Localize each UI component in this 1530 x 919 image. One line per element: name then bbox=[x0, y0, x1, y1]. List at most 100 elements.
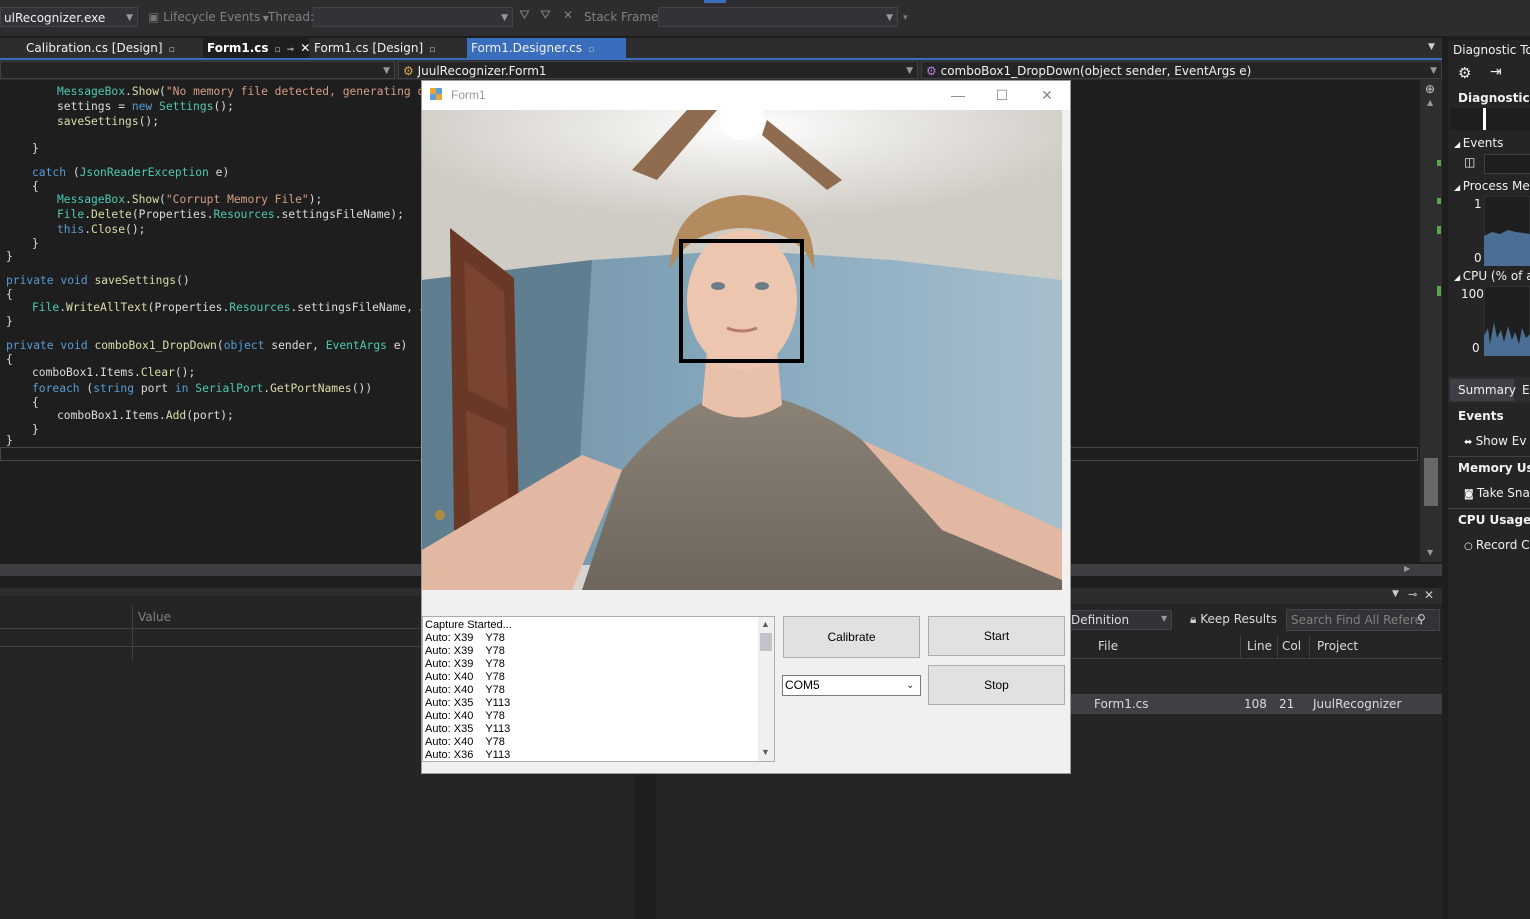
code-token: Resources bbox=[213, 208, 275, 221]
timeline-marker[interactable] bbox=[1483, 108, 1486, 130]
thread-label: Thread: bbox=[268, 10, 315, 24]
code-line: MessageBox.Show("Corrupt Memory File"); bbox=[57, 193, 323, 206]
pause-icon[interactable]: ◫ bbox=[1464, 155, 1475, 169]
scroll-thumb[interactable] bbox=[760, 633, 772, 651]
code-line: this.Close(); bbox=[57, 223, 146, 236]
code-token: in bbox=[174, 382, 189, 395]
value-column-header[interactable]: Value bbox=[138, 610, 171, 624]
code-token: private void bbox=[6, 339, 88, 352]
thread-combo[interactable]: ▼ bbox=[313, 7, 513, 27]
gear-icon[interactable]: ⚙ bbox=[1458, 64, 1471, 82]
project-column-header[interactable]: Project bbox=[1317, 639, 1358, 653]
filter-icon[interactable]: ⛛ bbox=[519, 8, 530, 23]
project-combo[interactable]: ▼ bbox=[0, 61, 395, 79]
scroll-up-icon[interactable]: ▲ bbox=[761, 619, 770, 629]
tab-calibration-design[interactable]: Calibration.cs [Design] ▫ bbox=[22, 38, 202, 58]
log-scrollbar[interactable]: ▲ ▼ bbox=[758, 617, 774, 761]
lock-icon: ▫ bbox=[588, 45, 595, 55]
cpu-axis-max: 100 bbox=[1461, 287, 1484, 301]
maximize-button[interactable]: ☐ bbox=[980, 83, 1024, 107]
search-find-results-input[interactable]: Search Find All Refere ⚲ bbox=[1286, 609, 1440, 631]
calibrate-button[interactable]: Calibrate bbox=[783, 616, 920, 658]
window-position-icon[interactable]: ▼ bbox=[1392, 589, 1399, 599]
col-column-header[interactable]: Col bbox=[1282, 639, 1301, 653]
events-section[interactable]: ◢ Events bbox=[1454, 136, 1503, 150]
export-icon[interactable]: ⇥ bbox=[1490, 64, 1502, 80]
code-line: } bbox=[6, 434, 13, 447]
pin-icon[interactable]: ⊸ bbox=[287, 45, 295, 55]
timeline-ruler[interactable] bbox=[1450, 108, 1530, 130]
toolbar-overflow-icon[interactable]: ▾ bbox=[903, 13, 908, 23]
show-events-link[interactable]: ⬌ Show Ev bbox=[1464, 434, 1526, 448]
minimize-button[interactable]: — bbox=[936, 83, 980, 107]
result-col: 21 bbox=[1279, 697, 1295, 711]
keep-results-button[interactable]: 🔒︎ Keep Results bbox=[1190, 612, 1277, 627]
member-combo-value: comboBox1_DropDown(object sender, EventA… bbox=[940, 64, 1252, 78]
log-line: Auto: X39 Y78 bbox=[425, 658, 505, 670]
code-token: Resources bbox=[229, 301, 291, 314]
file-column-header[interactable]: File bbox=[1098, 639, 1118, 653]
lifecycle-events-button[interactable]: ▣ Lifecycle Events ▼ bbox=[148, 10, 269, 24]
diagnostic-tools-panel: Diagnostic Too ⚙ ⇥ Diagnostics s ◢ Event… bbox=[1448, 40, 1530, 919]
definition-combo[interactable]: Definition ▼ bbox=[1070, 610, 1172, 630]
log-listbox[interactable]: Capture Started... Auto: X39 Y78 Auto: X… bbox=[422, 616, 775, 762]
editor-scrollbar[interactable]: ⊕ ▲ ▼ bbox=[1420, 80, 1442, 562]
class-combo[interactable]: ⚙ JuulRecognizer.Form1 ▼ bbox=[398, 61, 918, 79]
filter-clear-icon[interactable]: ⛛ bbox=[540, 8, 551, 23]
result-line: 108 bbox=[1244, 697, 1267, 711]
lifecycle-icon: ▣ bbox=[148, 10, 164, 24]
code-token: comboBox1_DropDown bbox=[94, 339, 217, 352]
close-icon[interactable]: ✕ bbox=[1424, 588, 1434, 602]
close-icon[interactable]: ✕ bbox=[300, 41, 310, 55]
process-memory-section[interactable]: ◢ Process Mem bbox=[1454, 179, 1530, 193]
lock-icon: ▫ bbox=[429, 45, 436, 55]
result-file: Form1.cs bbox=[1094, 697, 1149, 711]
stack-frame-combo[interactable]: ▼ bbox=[658, 7, 898, 27]
code-token: catch bbox=[32, 166, 67, 179]
pin-icon[interactable]: ⊸ bbox=[1408, 588, 1417, 601]
result-row[interactable]: Form1.cs 108 21 JuulRecognizer bbox=[1070, 694, 1442, 714]
com-port-select[interactable]: COM5 ⌄ bbox=[782, 675, 921, 696]
tab-form1-cs[interactable]: Form1.cs ▫ ⊸ ✕ bbox=[203, 38, 310, 58]
scroll-up-icon[interactable]: ▲ bbox=[1427, 98, 1433, 107]
member-combo[interactable]: ⚙ comboBox1_DropDown(object sender, Even… bbox=[921, 61, 1442, 79]
scroll-thumb[interactable] bbox=[1424, 458, 1438, 506]
tab-events[interactable]: Ev bbox=[1522, 383, 1530, 397]
process-combo[interactable]: ulRecognizer.exe ▼ bbox=[0, 7, 138, 27]
chevron-down-icon: ⌄ bbox=[906, 680, 915, 691]
scroll-down-icon[interactable]: ▼ bbox=[761, 747, 770, 757]
code-token: MessageBox bbox=[57, 193, 126, 206]
log-line: Capture Started... bbox=[425, 619, 512, 631]
show-events-icon: ⬌ bbox=[1464, 437, 1476, 448]
events-label: Events bbox=[1462, 136, 1504, 150]
code-token: object bbox=[223, 339, 265, 352]
events-track: ◫ bbox=[1450, 154, 1530, 174]
stop-button[interactable]: Stop bbox=[928, 665, 1065, 705]
code-token: "Corrupt Memory File" bbox=[165, 193, 309, 206]
close-button[interactable]: ✕ bbox=[1025, 83, 1069, 107]
tab-list-chevron-icon[interactable]: ▼ bbox=[1428, 42, 1435, 52]
search-icon[interactable]: ⚲ bbox=[1417, 612, 1426, 626]
tab-form1-design[interactable]: Form1.cs [Design] ▫ bbox=[310, 38, 466, 58]
split-icon[interactable]: ⊕ bbox=[1425, 82, 1435, 96]
line-column-header[interactable]: Line bbox=[1247, 639, 1272, 653]
code-line: catch (JsonReaderException e) bbox=[32, 166, 230, 179]
tab-summary-label: Summary bbox=[1458, 383, 1516, 397]
code-line: private void comboBox1_DropDown(object s… bbox=[6, 339, 408, 352]
cpu-graph bbox=[1484, 286, 1530, 356]
tab-summary[interactable]: Summary bbox=[1450, 379, 1516, 401]
take-snapshot-link[interactable]: ◙ Take Sna bbox=[1464, 486, 1530, 500]
scroll-down-icon[interactable]: ▼ bbox=[1427, 548, 1433, 557]
cpu-section[interactable]: ◢ CPU (% of a bbox=[1454, 269, 1530, 283]
class-icon: ⚙ bbox=[403, 64, 414, 78]
scroll-right-icon[interactable]: ▶ bbox=[1404, 564, 1410, 573]
record-label: Record C bbox=[1475, 538, 1530, 552]
take-snapshot-label: Take Sna bbox=[1476, 486, 1530, 500]
form-titlebar[interactable]: Form1 — ☐ ✕ bbox=[422, 81, 1070, 110]
tab-form1-designer[interactable]: Form1.Designer.cs ▫ bbox=[467, 38, 626, 58]
record-profile-link[interactable]: ○ Record C bbox=[1464, 538, 1530, 552]
start-button[interactable]: Start bbox=[928, 616, 1065, 656]
flag-threads-icon[interactable]: ✕ bbox=[563, 8, 573, 22]
chevron-down-icon: ▼ bbox=[501, 13, 508, 23]
code-line: comboBox1.Items.Add(port); bbox=[57, 409, 234, 422]
